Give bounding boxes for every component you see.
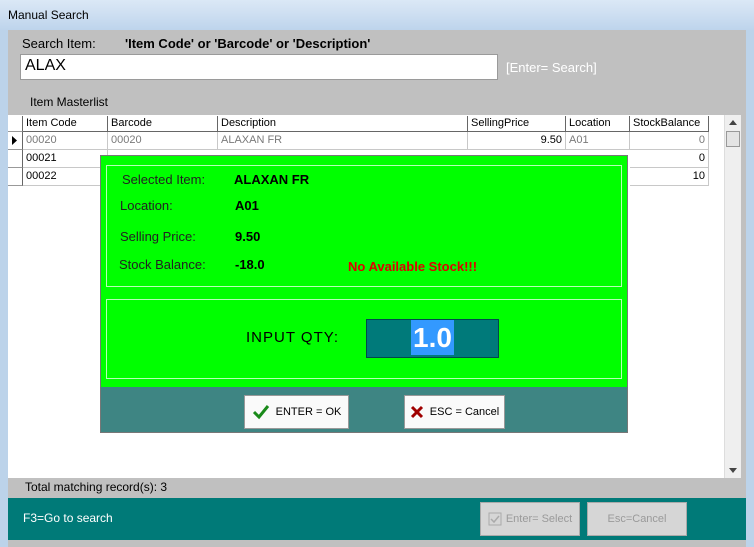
qty-label: INPUT QTY: bbox=[246, 329, 340, 346]
select-icon bbox=[488, 512, 502, 526]
window-title: Manual Search bbox=[8, 8, 89, 22]
row-pointer-icon bbox=[12, 136, 17, 145]
esc-cancel-label: Esc=Cancel bbox=[607, 513, 667, 525]
table-cell[interactable]: 00020 bbox=[23, 132, 108, 150]
status-bar: Total matching record(s): 3 bbox=[8, 478, 746, 498]
stock-balance-label: Stock Balance: bbox=[119, 257, 206, 272]
cancel-button-label: ESC = Cancel bbox=[429, 406, 500, 418]
location-value: A01 bbox=[235, 198, 259, 213]
title-bar: Manual Search bbox=[0, 0, 754, 30]
cancel-button[interactable]: ESC = Cancel bbox=[404, 395, 505, 429]
col-header-stock-balance[interactable]: StockBalance bbox=[630, 116, 709, 132]
search-label: Search Item: bbox=[22, 36, 96, 51]
col-header-selling-price[interactable]: SellingPrice bbox=[468, 116, 566, 132]
ok-button[interactable]: ENTER = OK bbox=[244, 395, 349, 429]
dialog-button-bar bbox=[101, 387, 627, 432]
selected-item-label: Selected Item: bbox=[122, 172, 206, 187]
footer-hint: F3=Go to search bbox=[23, 511, 113, 525]
search-input[interactable]: ALAX bbox=[20, 54, 498, 80]
no-stock-warning: No Available Stock!!! bbox=[348, 259, 478, 274]
checkmark-icon bbox=[252, 405, 269, 420]
table-cell[interactable]: A01 bbox=[566, 132, 630, 150]
selected-item-value: ALAXAN FR bbox=[234, 172, 310, 187]
table-cell[interactable]: 00020 bbox=[108, 132, 218, 150]
table-cell[interactable]: 00021 bbox=[23, 150, 108, 168]
esc-cancel-button[interactable]: Esc=Cancel bbox=[587, 502, 687, 536]
selling-price-label: Selling Price: bbox=[120, 229, 196, 244]
row-selector[interactable] bbox=[8, 168, 23, 186]
vertical-scrollbar[interactable] bbox=[724, 115, 741, 478]
qty-input[interactable]: 1.0 bbox=[366, 319, 499, 358]
selling-price-value: 9.50 bbox=[235, 229, 261, 244]
x-icon bbox=[410, 405, 423, 419]
enter-select-label: Enter= Select bbox=[505, 513, 573, 525]
ok-button-label: ENTER = OK bbox=[275, 406, 342, 418]
row-header-corner bbox=[8, 116, 23, 132]
scrollbar-thumb[interactable] bbox=[726, 131, 740, 147]
table-cell[interactable]: ALAXAN FR bbox=[218, 132, 468, 150]
table-cell[interactable]: 0 bbox=[630, 150, 709, 168]
location-label: Location: bbox=[120, 198, 173, 213]
table-cell[interactable]: 00022 bbox=[23, 168, 108, 186]
row-selector[interactable] bbox=[8, 132, 23, 150]
table-cell[interactable]: 10 bbox=[630, 168, 709, 186]
table-cell[interactable]: 0 bbox=[630, 132, 709, 150]
search-criteria: 'Item Code' or 'Barcode' or 'Description… bbox=[125, 36, 371, 51]
col-header-description[interactable]: Description bbox=[218, 116, 468, 132]
enter-select-button[interactable]: Enter= Select bbox=[480, 502, 580, 536]
masterlist-label: Item Masterlist bbox=[30, 95, 109, 109]
col-header-location[interactable]: Location bbox=[566, 116, 630, 132]
stock-balance-value: -18.0 bbox=[235, 257, 265, 272]
col-header-item-code[interactable]: Item Code bbox=[23, 116, 108, 132]
search-hint: [Enter= Search] bbox=[506, 60, 597, 75]
table-cell[interactable]: 9.50 bbox=[468, 132, 566, 150]
scroll-up-icon[interactable] bbox=[728, 118, 738, 126]
qty-panel bbox=[106, 299, 622, 379]
row-selector[interactable] bbox=[8, 150, 23, 168]
col-header-barcode[interactable]: Barcode bbox=[108, 116, 218, 132]
total-matching-records: Total matching record(s): 3 bbox=[25, 480, 168, 494]
qty-value: 1.0 bbox=[411, 320, 454, 355]
scroll-down-icon[interactable] bbox=[728, 467, 738, 475]
